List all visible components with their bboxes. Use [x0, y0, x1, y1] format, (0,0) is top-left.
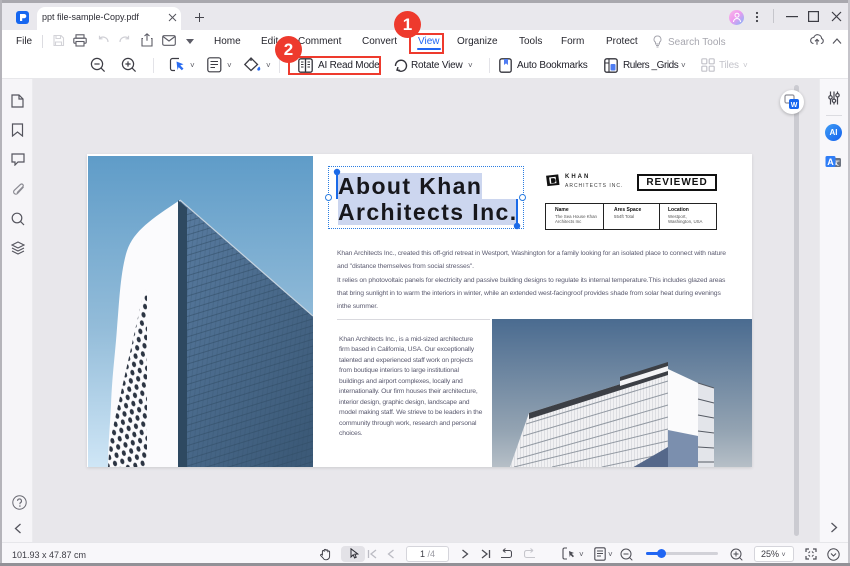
svg-text:W: W [791, 102, 798, 109]
svg-text:A: A [827, 157, 834, 167]
